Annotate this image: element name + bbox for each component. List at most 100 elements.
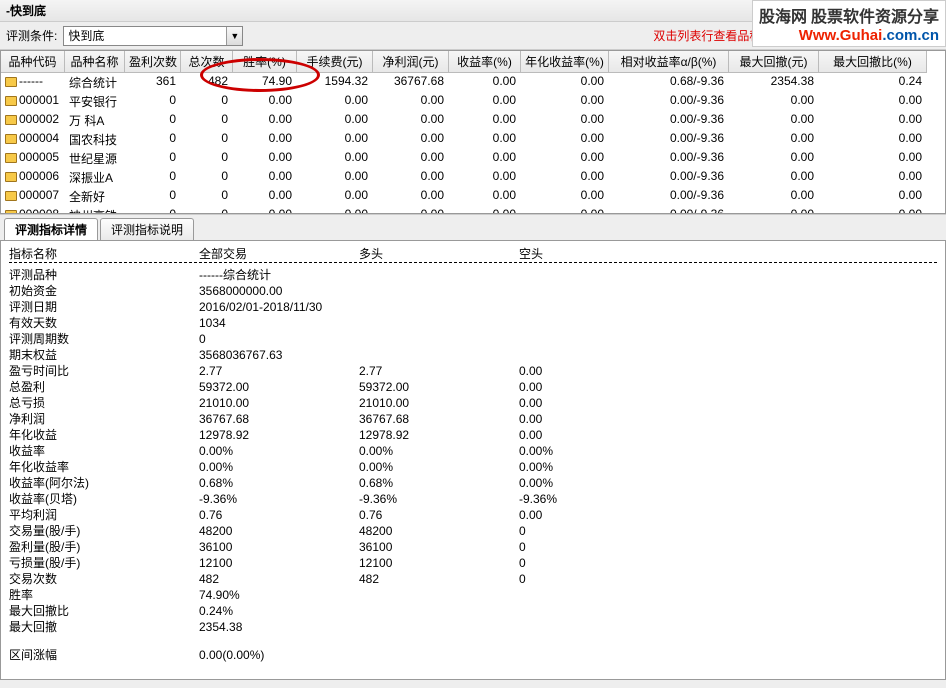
cell: 神州高铁 <box>65 206 125 214</box>
k: 最大回撤 <box>9 619 199 635</box>
chevron-down-icon[interactable]: ▼ <box>226 27 242 45</box>
v-long: 12100 <box>359 555 519 571</box>
tab-detail[interactable]: 评测指标详情 <box>4 218 98 240</box>
detail-row: 初始资金3568000000.00 <box>9 283 937 299</box>
column-header[interactable]: 品种名称 <box>65 51 125 73</box>
table-row[interactable]: 000008神州高铁000.000.000.000.000.000.00/-9.… <box>1 206 945 214</box>
detail-head-name: 指标名称 <box>9 245 199 262</box>
v-all: 59372.00 <box>199 379 359 395</box>
v-short: 0 <box>519 523 679 539</box>
cell: 0.00 <box>373 92 449 111</box>
v-short: 0 <box>519 539 679 555</box>
cond-label: 评测条件: <box>6 27 57 44</box>
column-header[interactable]: 净利润(元) <box>373 51 449 73</box>
column-header[interactable]: 胜率(%) <box>233 51 297 73</box>
v-all: 0.00% <box>199 443 359 459</box>
grid-body[interactable]: ------综合统计36148274.901594.3236767.680.00… <box>1 73 945 214</box>
detail-row: 胜率74.90% <box>9 587 937 603</box>
detail-header: 指标名称 全部交易 多头 空头 <box>9 245 937 263</box>
cell: 0.00 <box>819 168 927 187</box>
cell: ------ <box>1 73 65 92</box>
detail-row: 期末权益3568036767.63 <box>9 347 937 363</box>
cell: 0.00 <box>819 149 927 168</box>
cell: 0.00 <box>449 73 521 92</box>
tab-explain[interactable]: 评测指标说明 <box>100 218 194 240</box>
column-header[interactable]: 相对收益率α/β(%) <box>609 51 729 73</box>
detail-row: 盈利量(股/手)36100361000 <box>9 539 937 555</box>
column-header[interactable]: 手续费(元) <box>297 51 373 73</box>
v-all: 0.00% <box>199 459 359 475</box>
k: 评测周期数 <box>9 331 199 347</box>
condition-combo[interactable]: 快到底 ▼ <box>63 26 243 46</box>
k: 总盈利 <box>9 379 199 395</box>
cell: 0.00 <box>819 111 927 130</box>
cell: 0 <box>125 149 181 168</box>
cell: 0.00/-9.36 <box>609 187 729 206</box>
v-short: 0.00 <box>519 379 679 395</box>
cell: 0.00 <box>297 206 373 214</box>
cell: 0.00 <box>233 168 297 187</box>
cell: 0 <box>125 206 181 214</box>
folder-icon <box>5 172 17 182</box>
detail-panel[interactable]: 指标名称 全部交易 多头 空头 评测品种------综合统计初始资金356800… <box>0 240 946 680</box>
cell: 0.00/-9.36 <box>609 206 729 214</box>
cell: 0.00 <box>373 111 449 130</box>
column-header[interactable]: 总次数 <box>181 51 233 73</box>
table-row[interactable]: ------综合统计36148274.901594.3236767.680.00… <box>1 73 945 92</box>
table-row[interactable]: 000005世纪星源000.000.000.000.000.000.00/-9.… <box>1 149 945 168</box>
v: 0.24% <box>199 603 359 619</box>
cell: 0.00 <box>449 92 521 111</box>
k: 年化收益率 <box>9 459 199 475</box>
result-grid[interactable]: 品种代码品种名称盈利次数总次数胜率(%)手续费(元)净利润(元)收益率(%)年化… <box>0 50 946 214</box>
detail-tabs: 评测指标详情 评测指标说明 <box>0 214 946 240</box>
cell: 0 <box>125 168 181 187</box>
k: 盈亏时间比 <box>9 363 199 379</box>
column-header[interactable]: 最大回撤(元) <box>729 51 819 73</box>
k: 收益率 <box>9 443 199 459</box>
column-header[interactable]: 年化收益率(%) <box>521 51 609 73</box>
table-row[interactable]: 000007全新好000.000.000.000.000.000.00/-9.3… <box>1 187 945 206</box>
cell: 0 <box>181 149 233 168</box>
table-row[interactable]: 000006深振业A000.000.000.000.000.000.00/-9.… <box>1 168 945 187</box>
v-long: 482 <box>359 571 519 587</box>
k: 亏损量(股/手) <box>9 555 199 571</box>
cell: 0 <box>181 111 233 130</box>
detail-row: 交易量(股/手)48200482000 <box>9 523 937 539</box>
v-all: 0.76 <box>199 507 359 523</box>
v-short: 0.00 <box>519 411 679 427</box>
table-row[interactable]: 000001平安银行000.000.000.000.000.000.00/-9.… <box>1 92 945 111</box>
v: 1034 <box>199 315 359 331</box>
table-row[interactable]: 000004国农科技000.000.000.000.000.000.00/-9.… <box>1 130 945 149</box>
cell: 0.00/-9.36 <box>609 92 729 111</box>
detail-row: 亏损量(股/手)12100121000 <box>9 555 937 571</box>
detail-row: 平均利润0.760.760.00 <box>9 507 937 523</box>
detail-row: 年化收益12978.9212978.920.00 <box>9 427 937 443</box>
cell: 0.00 <box>521 111 609 130</box>
v-short: 0.00% <box>519 475 679 491</box>
cell: 0 <box>125 111 181 130</box>
cell: 0.00 <box>449 168 521 187</box>
k: 交易次数 <box>9 571 199 587</box>
v-short: 0 <box>519 555 679 571</box>
v-long: 48200 <box>359 523 519 539</box>
folder-icon <box>5 153 17 163</box>
cell: 万 科A <box>65 111 125 130</box>
detail-head-short: 空头 <box>519 245 543 262</box>
column-header[interactable]: 最大回撤比(%) <box>819 51 927 73</box>
v-short: 0 <box>519 571 679 587</box>
window-title: -快到底 <box>6 2 46 19</box>
v: 3568000000.00 <box>199 283 359 299</box>
v: 2016/02/01-2018/11/30 <box>199 299 359 315</box>
detail-row: 最大回撤比0.24% <box>9 603 937 619</box>
cell: 0.00 <box>233 149 297 168</box>
table-row[interactable]: 000002万 科A000.000.000.000.000.000.00/-9.… <box>1 111 945 130</box>
v-short: 0.00% <box>519 443 679 459</box>
column-header[interactable]: 品种代码 <box>1 51 65 73</box>
detail-row: 收益率(贝塔)-9.36%-9.36%-9.36% <box>9 491 937 507</box>
column-header[interactable]: 盈利次数 <box>125 51 181 73</box>
k: 评测日期 <box>9 299 199 315</box>
cell: 0.00 <box>233 111 297 130</box>
column-header[interactable]: 收益率(%) <box>449 51 521 73</box>
folder-icon <box>5 191 17 201</box>
cell: 0.00 <box>819 187 927 206</box>
